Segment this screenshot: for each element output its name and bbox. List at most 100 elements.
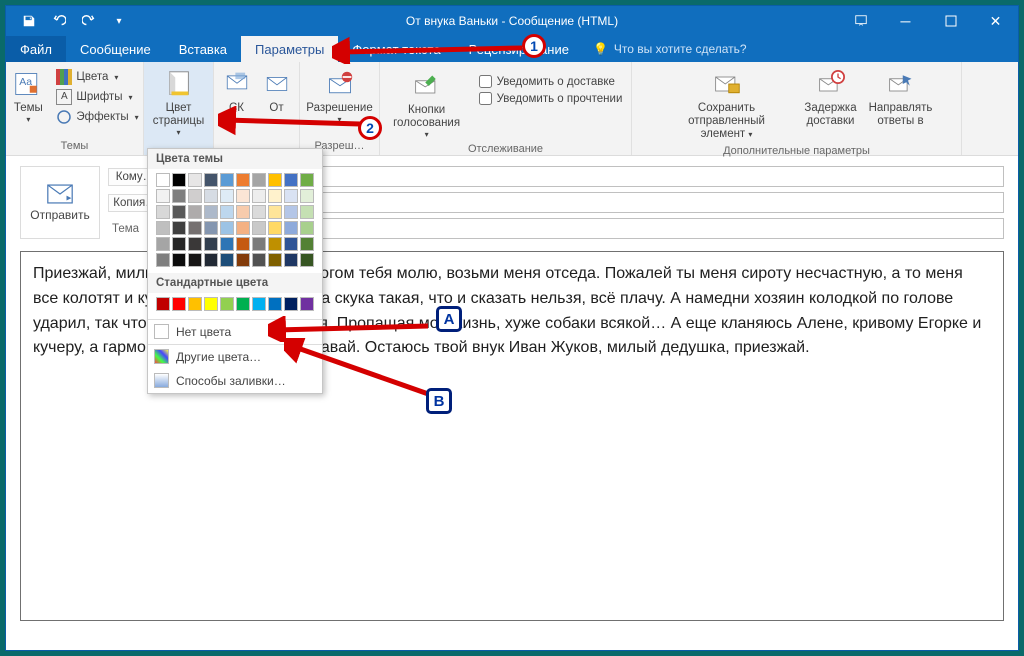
color-swatch[interactable] bbox=[236, 221, 250, 235]
close-icon[interactable]: ✕ bbox=[973, 7, 1018, 35]
color-swatch[interactable] bbox=[284, 253, 298, 267]
color-swatch[interactable] bbox=[220, 189, 234, 203]
redo-icon[interactable] bbox=[74, 7, 104, 35]
from-button[interactable]: От bbox=[258, 66, 296, 117]
color-swatch[interactable] bbox=[236, 237, 250, 251]
color-swatch[interactable] bbox=[172, 173, 186, 187]
color-swatch[interactable] bbox=[156, 253, 170, 267]
color-swatch[interactable] bbox=[204, 189, 218, 203]
direct-replies-button[interactable]: Направлять ответы в bbox=[865, 66, 937, 130]
page-color-button[interactable]: Цвет страницы ▾ bbox=[147, 66, 211, 140]
tell-me-box[interactable]: 💡 Что вы хотите сделать? bbox=[593, 36, 747, 62]
color-swatch[interactable] bbox=[252, 189, 266, 203]
no-color-item[interactable]: Нет цвета bbox=[148, 320, 322, 344]
color-swatch[interactable] bbox=[300, 253, 314, 267]
color-swatch[interactable] bbox=[220, 253, 234, 267]
undo-icon[interactable] bbox=[44, 7, 74, 35]
color-swatch[interactable] bbox=[300, 205, 314, 219]
color-swatch[interactable] bbox=[284, 221, 298, 235]
color-swatch[interactable] bbox=[172, 237, 186, 251]
color-swatch[interactable] bbox=[284, 205, 298, 219]
tab-insert[interactable]: Вставка bbox=[165, 36, 241, 62]
color-swatch[interactable] bbox=[300, 221, 314, 235]
color-swatch[interactable] bbox=[300, 173, 314, 187]
color-swatch[interactable] bbox=[204, 237, 218, 251]
color-swatch[interactable] bbox=[188, 173, 202, 187]
color-swatch[interactable] bbox=[220, 205, 234, 219]
color-swatch[interactable] bbox=[268, 237, 282, 251]
color-swatch[interactable] bbox=[188, 205, 202, 219]
color-swatch[interactable] bbox=[284, 297, 298, 311]
color-swatch[interactable] bbox=[268, 253, 282, 267]
color-swatch[interactable] bbox=[188, 221, 202, 235]
color-swatch[interactable] bbox=[220, 237, 234, 251]
color-swatch[interactable] bbox=[268, 173, 282, 187]
color-swatch[interactable] bbox=[268, 189, 282, 203]
color-swatch[interactable] bbox=[188, 237, 202, 251]
maximize-icon[interactable] bbox=[928, 7, 973, 35]
color-swatch[interactable] bbox=[300, 297, 314, 311]
color-swatch[interactable] bbox=[284, 237, 298, 251]
color-swatch[interactable] bbox=[204, 173, 218, 187]
color-swatch[interactable] bbox=[268, 221, 282, 235]
color-swatch[interactable] bbox=[188, 253, 202, 267]
color-swatch[interactable] bbox=[156, 221, 170, 235]
tab-options[interactable]: Параметры bbox=[241, 36, 338, 62]
color-swatch[interactable] bbox=[252, 221, 266, 235]
color-swatch[interactable] bbox=[204, 205, 218, 219]
voting-buttons-button[interactable]: Кнопки голосования ▾ bbox=[387, 68, 467, 142]
color-swatch[interactable] bbox=[156, 205, 170, 219]
delivery-receipt-checkbox[interactable]: Уведомить о доставке bbox=[477, 74, 625, 89]
theme-effects-button[interactable]: Эффекты▾ bbox=[52, 108, 142, 126]
qat-more-icon[interactable]: ▾ bbox=[104, 7, 134, 35]
color-swatch[interactable] bbox=[188, 189, 202, 203]
color-swatch[interactable] bbox=[172, 189, 186, 203]
color-swatch[interactable] bbox=[252, 237, 266, 251]
color-swatch[interactable] bbox=[252, 297, 266, 311]
ribbon-options-icon[interactable] bbox=[838, 7, 883, 35]
minimize-icon[interactable]: ─ bbox=[883, 7, 928, 35]
color-swatch[interactable] bbox=[204, 297, 218, 311]
color-swatch[interactable] bbox=[252, 173, 266, 187]
color-swatch[interactable] bbox=[204, 253, 218, 267]
color-swatch[interactable] bbox=[156, 173, 170, 187]
tab-file[interactable]: Файл bbox=[6, 36, 66, 62]
color-swatch[interactable] bbox=[172, 297, 186, 311]
color-swatch[interactable] bbox=[268, 205, 282, 219]
color-swatch[interactable] bbox=[252, 205, 266, 219]
color-swatch[interactable] bbox=[236, 253, 250, 267]
color-swatch[interactable] bbox=[236, 205, 250, 219]
tab-review[interactable]: Рецензирование bbox=[455, 36, 583, 62]
tab-message[interactable]: Сообщение bbox=[66, 36, 165, 62]
color-swatch[interactable] bbox=[172, 205, 186, 219]
tab-format-text[interactable]: Формат текста bbox=[338, 36, 454, 62]
theme-colors-button[interactable]: Цвета▾ bbox=[52, 68, 142, 86]
fill-effects-item[interactable]: Способы заливки… bbox=[148, 369, 322, 393]
themes-button[interactable]: Aa Темы ▾ bbox=[6, 66, 50, 126]
color-swatch[interactable] bbox=[300, 189, 314, 203]
more-colors-item[interactable]: Другие цвета… bbox=[148, 345, 322, 369]
permission-button[interactable]: Разрешение ▾ bbox=[304, 66, 376, 126]
color-swatch[interactable] bbox=[220, 173, 234, 187]
bcc-button[interactable]: СК bbox=[218, 66, 256, 117]
color-swatch[interactable] bbox=[236, 173, 250, 187]
color-swatch[interactable] bbox=[300, 237, 314, 251]
read-receipt-checkbox[interactable]: Уведомить о прочтении bbox=[477, 91, 625, 106]
send-button[interactable]: Отправить bbox=[20, 166, 100, 239]
color-swatch[interactable] bbox=[268, 297, 282, 311]
color-swatch[interactable] bbox=[236, 189, 250, 203]
color-swatch[interactable] bbox=[284, 173, 298, 187]
save-icon[interactable] bbox=[14, 7, 44, 35]
color-swatch[interactable] bbox=[172, 221, 186, 235]
save-sent-button[interactable]: Сохранить отправленный элемент ▾ bbox=[657, 66, 797, 144]
color-swatch[interactable] bbox=[156, 237, 170, 251]
color-swatch[interactable] bbox=[172, 253, 186, 267]
color-swatch[interactable] bbox=[236, 297, 250, 311]
color-swatch[interactable] bbox=[284, 189, 298, 203]
color-swatch[interactable] bbox=[156, 297, 170, 311]
color-swatch[interactable] bbox=[252, 253, 266, 267]
theme-fonts-button[interactable]: AШрифты▾ bbox=[52, 88, 142, 106]
color-swatch[interactable] bbox=[204, 221, 218, 235]
color-swatch[interactable] bbox=[156, 189, 170, 203]
color-swatch[interactable] bbox=[188, 297, 202, 311]
